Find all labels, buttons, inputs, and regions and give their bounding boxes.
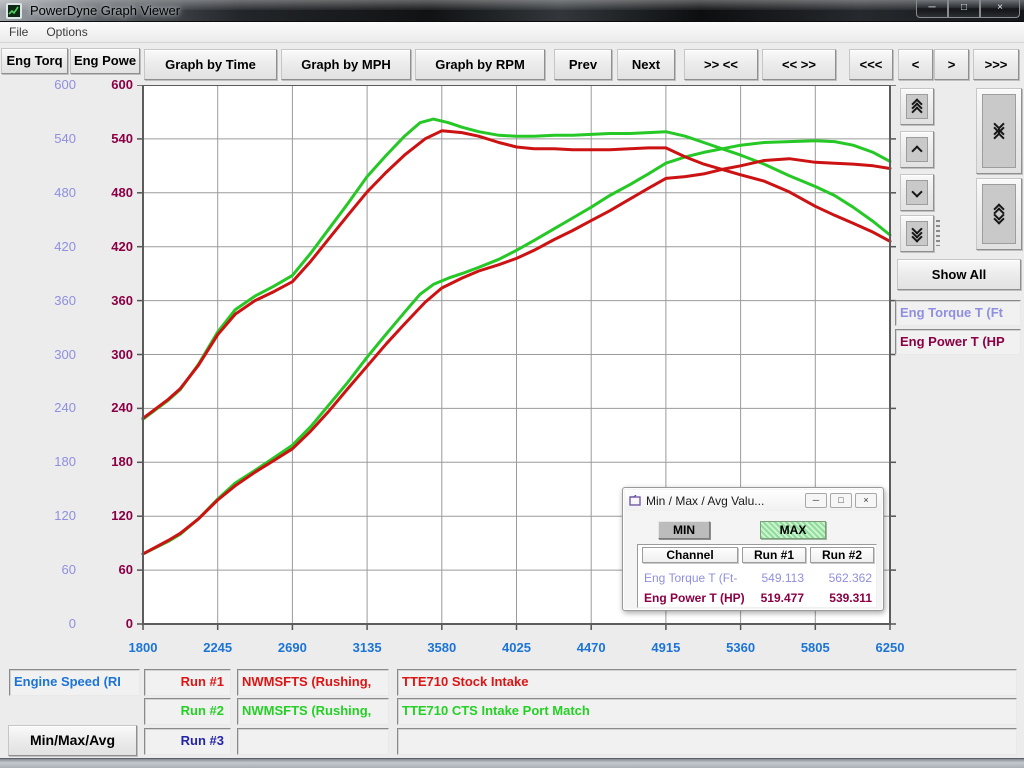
minmax-body: MIN MAX ChannelRun #1Run #2 Eng Torque T … — [629, 514, 877, 605]
minmax-window-icon — [629, 495, 642, 506]
power-tick-120: 120 — [65, 508, 133, 524]
toolbar-button-graph-by-time[interactable]: Graph by Time — [144, 49, 277, 80]
rpm-tick-5360: 5360 — [709, 640, 773, 655]
minmax-column-run-2[interactable]: Run #2 — [810, 547, 874, 563]
minmaxavg-button[interactable]: Min/Max/Avg — [8, 725, 137, 756]
window-title: PowerDyne Graph Viewer — [30, 3, 180, 18]
rpm-tick-2690: 2690 — [260, 640, 324, 655]
rpm-tick-1800: 1800 — [111, 640, 175, 655]
minmax-column-channel[interactable]: Channel — [642, 547, 738, 563]
toolbar-button-[interactable]: >>> — [973, 49, 1019, 80]
rpm-tick-3135: 3135 — [335, 640, 399, 655]
minmax-restore-button[interactable]: □ — [830, 493, 852, 508]
toolbar-button-graph-by-rpm[interactable]: Graph by RPM — [415, 49, 545, 80]
x-axis-channel-field: Engine Speed (RI — [9, 669, 140, 696]
zoom-in-y-button[interactable] — [976, 88, 1022, 174]
power-tick-540: 540 — [65, 131, 133, 147]
min-toggle-button[interactable]: MIN — [658, 521, 710, 539]
power-axis-header[interactable]: Eng Powe — [70, 48, 140, 74]
minmax-close-button[interactable]: × — [855, 493, 877, 508]
toolbar-button-prev[interactable]: Prev — [554, 49, 612, 80]
minmax-value-run1-row1: 519.477 — [742, 591, 804, 605]
pan-down-fast-button[interactable] — [900, 215, 934, 252]
chevron-down-icon — [911, 186, 922, 197]
power-tick-60: 60 — [65, 562, 133, 578]
rpm-tick-4915: 4915 — [634, 640, 698, 655]
power-tick-240: 240 — [65, 400, 133, 416]
run-desc-3 — [397, 728, 1017, 755]
max-toggle-button[interactable]: MAX — [760, 521, 826, 539]
menu-item-options[interactable]: Options — [37, 23, 96, 41]
toolbar-button-graph-by-mph[interactable]: Graph by MPH — [281, 49, 411, 80]
pan-down-button[interactable] — [900, 174, 934, 211]
power-tick-420: 420 — [65, 239, 133, 255]
close-button[interactable]: × — [980, 0, 1020, 18]
minmax-column-run-1[interactable]: Run #1 — [742, 547, 806, 563]
minmax-channel-1: Eng Power T (HP) — [644, 591, 745, 605]
x-axis-channel-label: Engine Speed (RI — [14, 674, 121, 689]
run-desc-1: TTE710 Stock Intake — [397, 669, 1017, 696]
run-label-3[interactable]: Run #3 — [144, 728, 231, 755]
window-controls: ─ □ × — [916, 0, 1020, 18]
minmax-avg-window: Min / Max / Avg Valu... ─ □ × MIN MAX Ch… — [622, 487, 884, 611]
toolbar-button-[interactable]: >> << — [684, 49, 758, 80]
minimize-button[interactable]: ─ — [916, 0, 948, 18]
power-tick-300: 300 — [65, 347, 133, 363]
zoom-out-y-button[interactable] — [976, 178, 1022, 250]
rpm-tick-5805: 5805 — [783, 640, 847, 655]
toolbar-button-[interactable]: < — [898, 49, 933, 80]
rpm-tick-3580: 3580 — [410, 640, 474, 655]
run-file-2: NWMSFTS (Rushing, — [237, 698, 389, 725]
pan-up-icon — [906, 137, 928, 162]
rpm-tick-2245: 2245 — [186, 640, 250, 655]
run-file-3 — [237, 728, 389, 755]
power-tick-600: 600 — [65, 77, 133, 93]
minmax-title: Min / Max / Avg Valu... — [646, 494, 764, 508]
run-file-1: NWMSFTS (Rushing, — [237, 669, 389, 696]
panel-grip — [936, 220, 940, 246]
minmax-table: ChannelRun #1Run #2 Eng Torque T (Ft- 549.… — [637, 544, 877, 608]
run-label-2[interactable]: Run #2 — [144, 698, 231, 725]
torque-axis-header[interactable]: Eng Torq — [1, 48, 68, 74]
window-bottom-frame — [0, 758, 1024, 768]
chevron-up-icon — [911, 145, 922, 156]
rpm-tick-4025: 4025 — [485, 640, 549, 655]
power-tick-180: 180 — [65, 454, 133, 470]
toolbar-button-[interactable]: > — [934, 49, 969, 80]
maximize-button[interactable]: □ — [948, 0, 980, 18]
zoom-in-y-icon — [982, 94, 1016, 168]
menu-item-file[interactable]: File — [0, 23, 37, 41]
run-label-1[interactable]: Run #1 — [144, 669, 231, 696]
pan-down-icon — [906, 180, 928, 205]
minmax-value-run1-row0: 549.113 — [742, 571, 804, 585]
power-tick-0: 0 — [65, 616, 133, 632]
zoom-out-y-icon — [982, 184, 1016, 244]
torque-channel-field: Eng Torque T (Ft — [895, 300, 1021, 326]
show-all-button[interactable]: Show All — [897, 259, 1021, 290]
pan-up-fast-icon — [906, 94, 928, 119]
pan-up-fast-button[interactable] — [900, 88, 934, 125]
toolbar-button-[interactable]: << >> — [762, 49, 836, 80]
pan-up-button[interactable] — [900, 131, 934, 168]
rpm-tick-4470: 4470 — [559, 640, 623, 655]
run-desc-2: TTE710 CTS Intake Port Match — [397, 698, 1017, 725]
rpm-tick-6250: 6250 — [858, 640, 922, 655]
pan-down-fast-icon — [906, 221, 928, 246]
minmax-minimize-button[interactable]: ─ — [805, 493, 827, 508]
power-tick-480: 480 — [65, 185, 133, 201]
minmax-value-run2-row1: 539.311 — [810, 591, 872, 605]
minmax-titlebar[interactable]: Min / Max / Avg Valu... ─ □ × — [625, 490, 881, 511]
main-titlebar: PowerDyne Graph Viewer ─ □ × — [0, 0, 1024, 22]
toolbar-button-next[interactable]: Next — [617, 49, 675, 80]
app-icon — [6, 3, 22, 19]
toolbar-button-[interactable]: <<< — [849, 49, 893, 80]
minmax-channel-0: Eng Torque T (Ft- — [644, 571, 737, 585]
menu-bar: FileOptions — [0, 22, 1024, 43]
power-tick-360: 360 — [65, 293, 133, 309]
minmax-value-run2-row0: 562.362 — [810, 571, 872, 585]
power-channel-field: Eng Power T (HP — [895, 329, 1021, 355]
